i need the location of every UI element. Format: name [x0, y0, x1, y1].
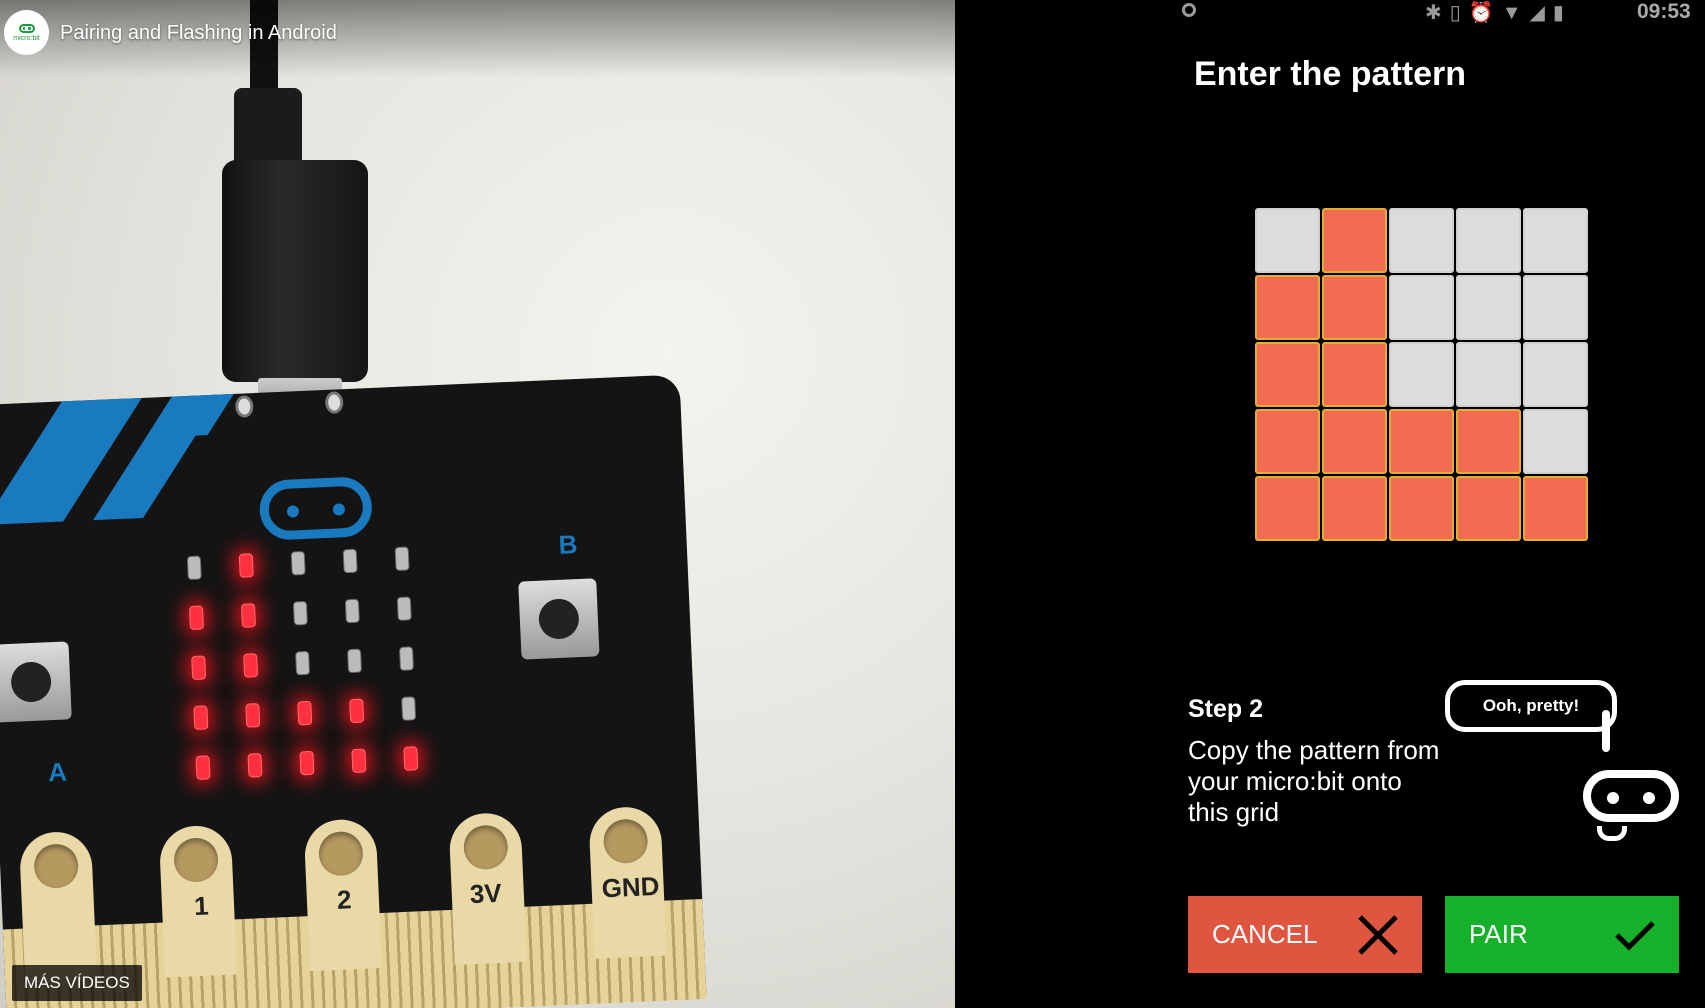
- alarm-icon: ⏰: [1468, 2, 1502, 24]
- led-r1-c2: [238, 553, 254, 578]
- led-r2-c4: [344, 598, 360, 624]
- grid-cell-r1-c5[interactable]: [1523, 208, 1588, 273]
- cancel-button[interactable]: CANCEL: [1188, 896, 1422, 973]
- microbit-logo-icon: [258, 476, 374, 541]
- grid-cell-r2-c5[interactable]: [1523, 275, 1588, 340]
- page-title: Enter the pattern: [1193, 55, 1467, 93]
- video-frame[interactable]: A B 1 2 3V GND micro:bit Pairing and Fla…: [0, 0, 955, 1008]
- led-r5-c2: [247, 753, 263, 778]
- grid-cell-r3-c5[interactable]: [1523, 342, 1588, 407]
- led-r4-c4: [349, 698, 365, 724]
- channel-logo-icon[interactable]: micro:bit: [4, 10, 49, 55]
- more-videos-button[interactable]: MÁS VÍDEOS: [12, 965, 142, 1001]
- led-r3-c1: [191, 655, 207, 681]
- pair-button[interactable]: PAIR: [1445, 896, 1679, 973]
- pin-label-1: 1: [193, 890, 210, 922]
- led-r4-c2: [245, 703, 261, 728]
- video-top-bar: micro:bit Pairing and Flashing in Androi…: [0, 0, 955, 78]
- grid-cell-r1-c1[interactable]: [1255, 208, 1320, 273]
- grid-cell-r5-c1[interactable]: [1255, 476, 1320, 541]
- signal-4g-icon: ◢: [1529, 2, 1553, 24]
- led-r3-c3: [295, 650, 311, 676]
- pin-label-3v: 3V: [469, 877, 503, 910]
- mascot-smile-icon: [1597, 826, 1627, 841]
- board-label-b: B: [557, 529, 579, 560]
- board-button-b: [518, 578, 600, 660]
- grid-cell-r5-c5[interactable]: [1523, 476, 1588, 541]
- led-r4-c3: [297, 700, 313, 726]
- grid-cell-r2-c2[interactable]: [1322, 275, 1387, 340]
- led-r2-c2: [240, 603, 256, 628]
- status-time: 09:53: [1637, 0, 1691, 23]
- pin-label-2: 2: [336, 884, 353, 915]
- checkmark-icon: [1615, 921, 1655, 951]
- phone-screen: ✱▯⏰▼◢▮ 09:53 Enter the pattern Step 2 Co…: [955, 0, 1705, 1008]
- led-r3-c4: [347, 648, 363, 674]
- grid-cell-r5-c4[interactable]: [1456, 476, 1521, 541]
- grid-cell-r1-c2[interactable]: [1322, 208, 1387, 273]
- grid-cell-r4-c4[interactable]: [1456, 409, 1521, 474]
- grid-cell-r1-c4[interactable]: [1456, 208, 1521, 273]
- close-icon: [1358, 915, 1398, 955]
- led-r5-c1: [195, 755, 211, 780]
- grid-cell-r3-c4[interactable]: [1456, 342, 1521, 407]
- grid-cell-r4-c3[interactable]: [1389, 409, 1454, 474]
- led-r5-c4: [351, 748, 367, 774]
- wifi-icon: ▼: [1501, 2, 1530, 24]
- notification-dot-icon: [1182, 3, 1196, 17]
- status-bar: ✱▯⏰▼◢▮ 09:53: [955, 0, 1705, 26]
- led-r2-c1: [188, 605, 205, 631]
- board-mount-hole: [324, 391, 344, 414]
- video-title[interactable]: Pairing and Flashing in Android: [60, 22, 337, 45]
- cancel-button-label: CANCEL: [1212, 919, 1318, 949]
- board-mount-hole: [234, 395, 254, 418]
- usb-plug-collar: [234, 88, 302, 168]
- grid-cell-r4-c2[interactable]: [1322, 409, 1387, 474]
- usb-plug: [222, 160, 368, 382]
- speech-bubble-tail: [1602, 710, 1610, 752]
- grid-cell-r5-c2[interactable]: [1322, 476, 1387, 541]
- pin-0-pad: [18, 830, 98, 984]
- led-r1-c1: [186, 555, 202, 581]
- led-r1-c3: [290, 550, 306, 576]
- led-r3-c2: [243, 653, 259, 678]
- led-r1-c4: [342, 548, 358, 574]
- pin-label-gnd: GND: [601, 870, 661, 904]
- led-r5-c3: [299, 750, 315, 776]
- led-r4-c1: [193, 705, 209, 730]
- board-button-a: [0, 641, 72, 723]
- led-r2-c3: [292, 600, 308, 626]
- grid-cell-r3-c3[interactable]: [1389, 342, 1454, 407]
- bluetooth-icon: ✱: [1425, 2, 1450, 24]
- led-r4-c5: [401, 696, 417, 721]
- step-title: Step 2: [1188, 695, 1264, 723]
- led-r5-c5: [403, 746, 419, 771]
- channel-logo-text: micro:bit: [13, 34, 40, 42]
- led-r1-c5: [394, 546, 410, 572]
- grid-cell-r1-c3[interactable]: [1389, 208, 1454, 273]
- grid-cell-r2-c1[interactable]: [1255, 275, 1320, 340]
- grid-cell-r4-c5[interactable]: [1523, 409, 1588, 474]
- speech-bubble: Ooh, pretty!: [1445, 680, 1617, 732]
- microbit-board: A B 1 2 3V GND: [0, 374, 707, 1008]
- grid-cell-r4-c1[interactable]: [1255, 409, 1320, 474]
- grid-cell-r3-c1[interactable]: [1255, 342, 1320, 407]
- battery-icon: ▮: [1552, 2, 1572, 24]
- grid-cell-r2-c4[interactable]: [1456, 275, 1521, 340]
- board-label-a: A: [47, 756, 68, 788]
- led-r3-c5: [398, 646, 414, 671]
- pair-button-label: PAIR: [1469, 919, 1528, 949]
- vibrate-icon: ▯: [1449, 2, 1469, 24]
- led-r2-c5: [396, 596, 412, 621]
- grid-cell-r5-c3[interactable]: [1389, 476, 1454, 541]
- step-instructions: Copy the pattern from your micro:bit ont…: [1188, 735, 1440, 827]
- microbit-mascot-icon: [1583, 770, 1679, 822]
- grid-cell-r3-c2[interactable]: [1322, 342, 1387, 407]
- grid-cell-r2-c3[interactable]: [1389, 275, 1454, 340]
- status-icons: ✱▯⏰▼◢▮: [1425, 0, 1572, 25]
